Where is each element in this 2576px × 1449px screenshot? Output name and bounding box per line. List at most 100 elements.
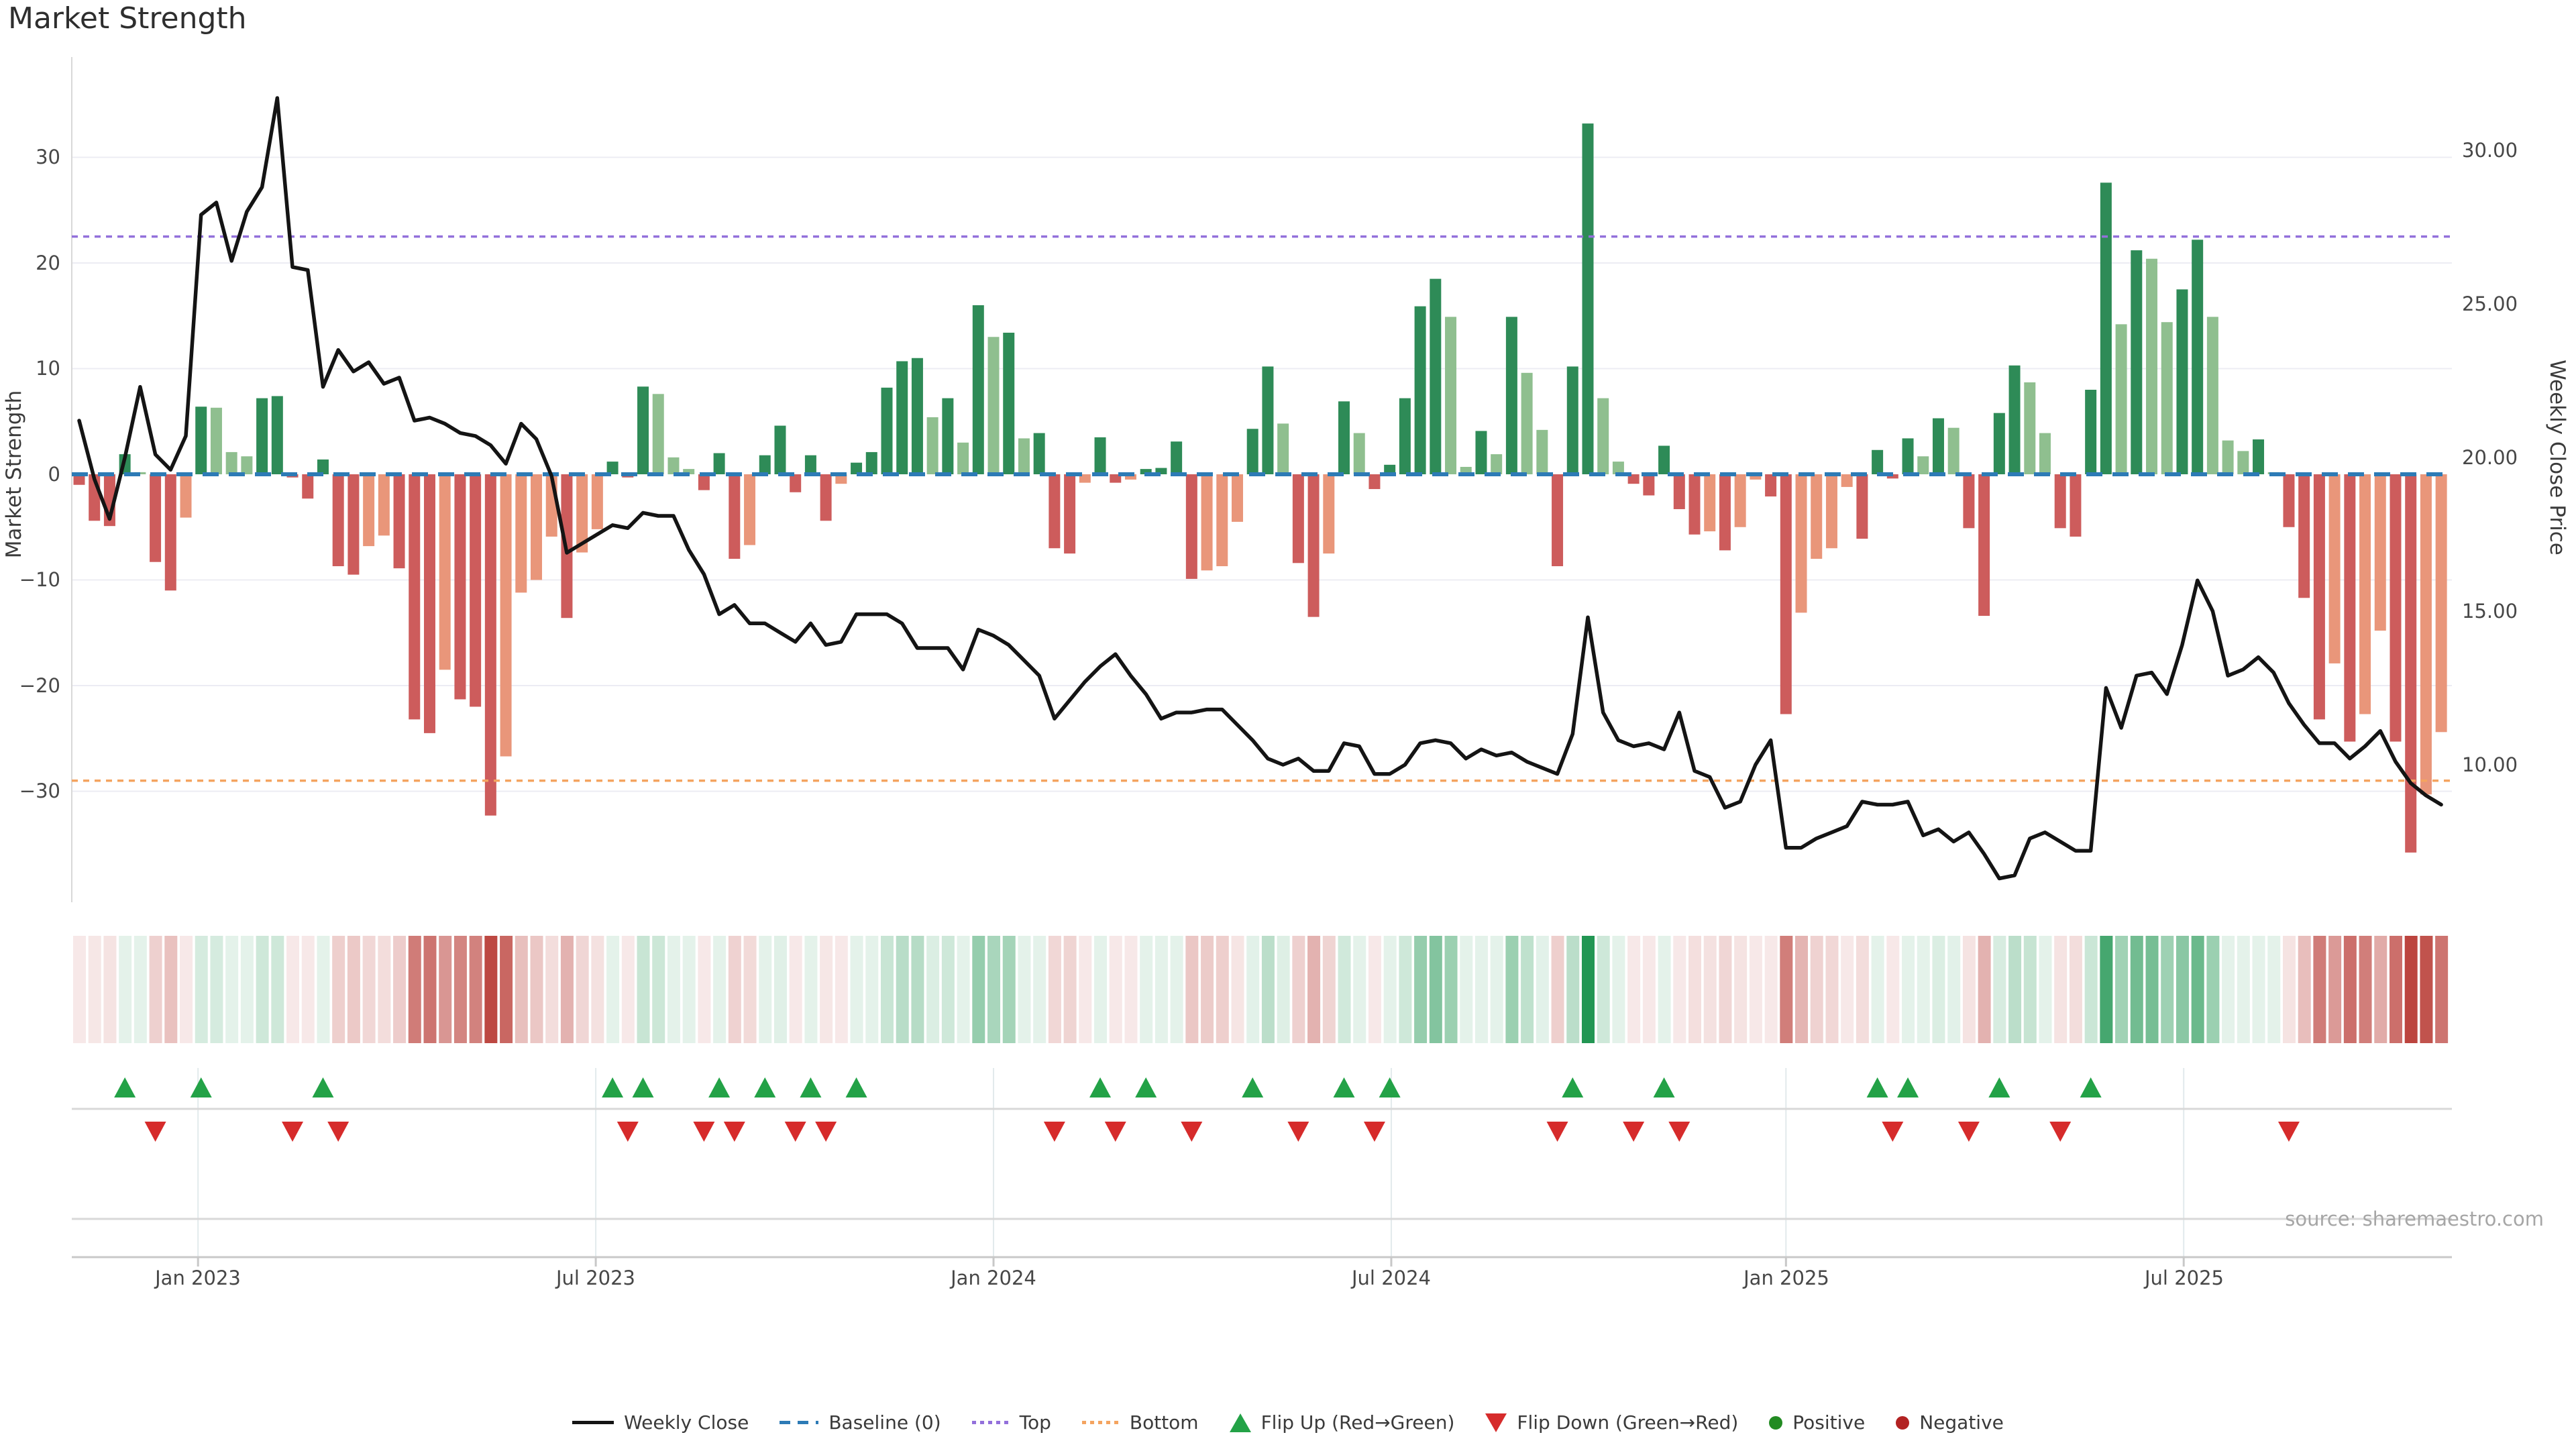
strength-bar: [1232, 474, 1243, 522]
flip-down-marker: [693, 1122, 714, 1142]
flip-down-marker: [1287, 1122, 1309, 1142]
flip-up-triangle-icon: [1230, 1413, 1251, 1432]
left-tick-m20: −20: [0, 674, 60, 697]
strength-bar: [394, 474, 405, 568]
flip-down-marker: [1105, 1122, 1126, 1142]
heatmap-cell: [942, 936, 955, 1043]
heatmap-cell: [2008, 936, 2021, 1043]
heatmap-cell: [1231, 936, 1244, 1043]
heatmap-cell: [2328, 936, 2341, 1043]
strength-bar: [165, 474, 176, 590]
strength-bar: [180, 474, 192, 518]
strength-bar: [1796, 474, 1807, 612]
x-tick-jul-2025: Jul 2025: [2145, 1267, 2224, 1289]
strength-bar: [1552, 474, 1563, 566]
market-strength-dashboard: Market Strength Market Strength Weekly C…: [0, 0, 2576, 1449]
legend-label: Positive: [1792, 1411, 1865, 1434]
flip-up-marker: [708, 1077, 730, 1097]
heatmap-cell: [1658, 936, 1671, 1043]
strength-bar: [2222, 441, 2234, 474]
heatmap-cell: [1140, 936, 1152, 1043]
strength-bar: [1247, 429, 1258, 474]
heatmap-cell: [1978, 936, 1991, 1043]
heatmap-cell: [1414, 936, 1427, 1043]
heatmap-cell: [957, 936, 970, 1043]
strength-bar: [1415, 307, 1426, 474]
strength-bar: [1506, 317, 1517, 474]
strength-bar: [439, 474, 451, 669]
strength-bar: [637, 386, 649, 474]
strength-bar: [1704, 474, 1715, 531]
right-tick-25: 25.00: [2462, 292, 2518, 315]
flip-down-marker: [1623, 1122, 1644, 1142]
heatmap-cell: [1018, 936, 1030, 1043]
heatmap-cell: [2206, 936, 2219, 1043]
heatmap-cell: [1307, 936, 1320, 1043]
heatmap-cell: [667, 936, 680, 1043]
legend-item-flip-up: Flip Up (Red→Green): [1230, 1411, 1455, 1434]
strength-bar: [1216, 474, 1228, 566]
flip-down-marker: [1364, 1122, 1385, 1142]
flip-up-marker: [754, 1077, 775, 1097]
flip-down-marker: [1958, 1122, 1980, 1142]
strength-bar: [150, 474, 161, 562]
strength-bar: [2329, 474, 2341, 663]
strength-bar: [1780, 474, 1792, 714]
strength-bar: [2085, 390, 2096, 474]
heatmap-cell: [1064, 936, 1077, 1043]
heatmap-cell: [987, 936, 1000, 1043]
heatmap-cell: [2054, 936, 2067, 1043]
heatmap-cell: [1719, 936, 1731, 1043]
heatmap-cell: [2115, 936, 2128, 1043]
heatmap-cell: [2283, 936, 2296, 1043]
heatmap-cell: [1368, 936, 1381, 1043]
legend-item-top: Top: [972, 1411, 1051, 1434]
heatmap-cell: [1704, 936, 1717, 1043]
heatmap-cell: [1201, 936, 1214, 1043]
flip-up-marker: [633, 1077, 654, 1097]
strength-bar: [1597, 398, 1609, 474]
strength-bar: [2009, 366, 2021, 474]
strength-bar: [454, 474, 466, 699]
strength-bar: [714, 453, 725, 475]
heatmap-cell: [1338, 936, 1351, 1043]
heatmap-cell: [881, 936, 894, 1043]
flip-down-marker: [2049, 1122, 2071, 1142]
heatmap-cell: [729, 936, 741, 1043]
heatmap-cell: [1750, 936, 1762, 1043]
heatmap-cell: [1505, 936, 1518, 1043]
strength-bar: [1582, 123, 1593, 474]
heatmap-cell: [1049, 936, 1061, 1043]
strength-bar: [2192, 239, 2203, 474]
heatmap-cell: [2039, 936, 2051, 1043]
strength-bar: [363, 474, 374, 546]
heatmap-cell: [347, 936, 360, 1043]
heatmap-cell: [423, 936, 436, 1043]
heatmap-cell: [911, 936, 924, 1043]
strength-bar: [653, 394, 664, 474]
heatmap-cell: [1246, 936, 1259, 1043]
strength-bar: [2116, 324, 2127, 474]
heatmap-cell: [926, 936, 939, 1043]
strength-bar: [1323, 474, 1334, 553]
strength-bar: [912, 358, 923, 474]
flip-up-marker: [1562, 1077, 1583, 1097]
heatmap-cell: [637, 936, 650, 1043]
heatmap-cell: [896, 936, 909, 1043]
heatmap-cell: [302, 936, 315, 1043]
heatmap-cell: [1963, 936, 1976, 1043]
strength-bar: [988, 337, 1000, 474]
heatmap-cell: [119, 936, 131, 1043]
strength-bar: [2314, 474, 2325, 719]
strength-bar: [805, 455, 816, 474]
heatmap-cell: [759, 936, 771, 1043]
flip-up-marker: [1897, 1077, 1919, 1097]
flip-up-marker: [1867, 1077, 1888, 1097]
top-dotted-icon: [972, 1421, 1010, 1424]
heatmap-cell: [774, 936, 787, 1043]
strength-bar: [2405, 474, 2416, 853]
flip-up-marker: [1089, 1077, 1111, 1097]
flip-up-marker: [1379, 1077, 1401, 1097]
strength-bar: [1872, 450, 1883, 474]
strength-bar: [1521, 373, 1533, 474]
